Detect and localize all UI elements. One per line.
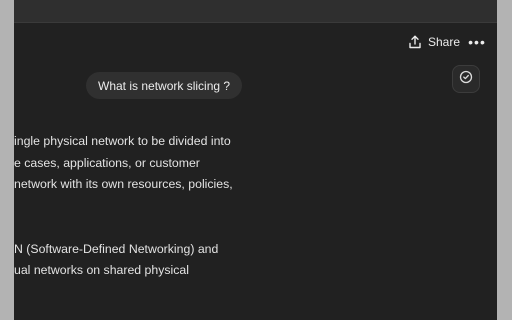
chat-window: Share ••• What is network slicing ? ingl…: [14, 0, 497, 320]
more-options-button[interactable]: •••: [466, 32, 488, 52]
share-button[interactable]: Share: [408, 32, 460, 52]
answer-line: network with its own resources, policies…: [14, 177, 233, 191]
share-icon: [408, 35, 422, 49]
more-horizontal-icon: •••: [468, 34, 486, 50]
answer-line: ual networks on shared physical: [14, 263, 189, 277]
answer-line: ingle physical network to be divided int…: [14, 134, 231, 148]
user-message-text: What is network slicing ?: [98, 78, 231, 93]
check-circle-button[interactable]: [452, 65, 480, 93]
check-circle-icon: [459, 70, 473, 89]
user-message-bubble: What is network slicing ?: [86, 72, 243, 99]
answer-line: e cases, applications, or customer: [14, 155, 200, 170]
share-label: Share: [428, 35, 461, 49]
window-top-bar: [14, 0, 497, 23]
assistant-answer: ingle physical network to be divided int…: [14, 131, 254, 282]
answer-line: N (Software-Defined Networking) and: [14, 241, 219, 256]
